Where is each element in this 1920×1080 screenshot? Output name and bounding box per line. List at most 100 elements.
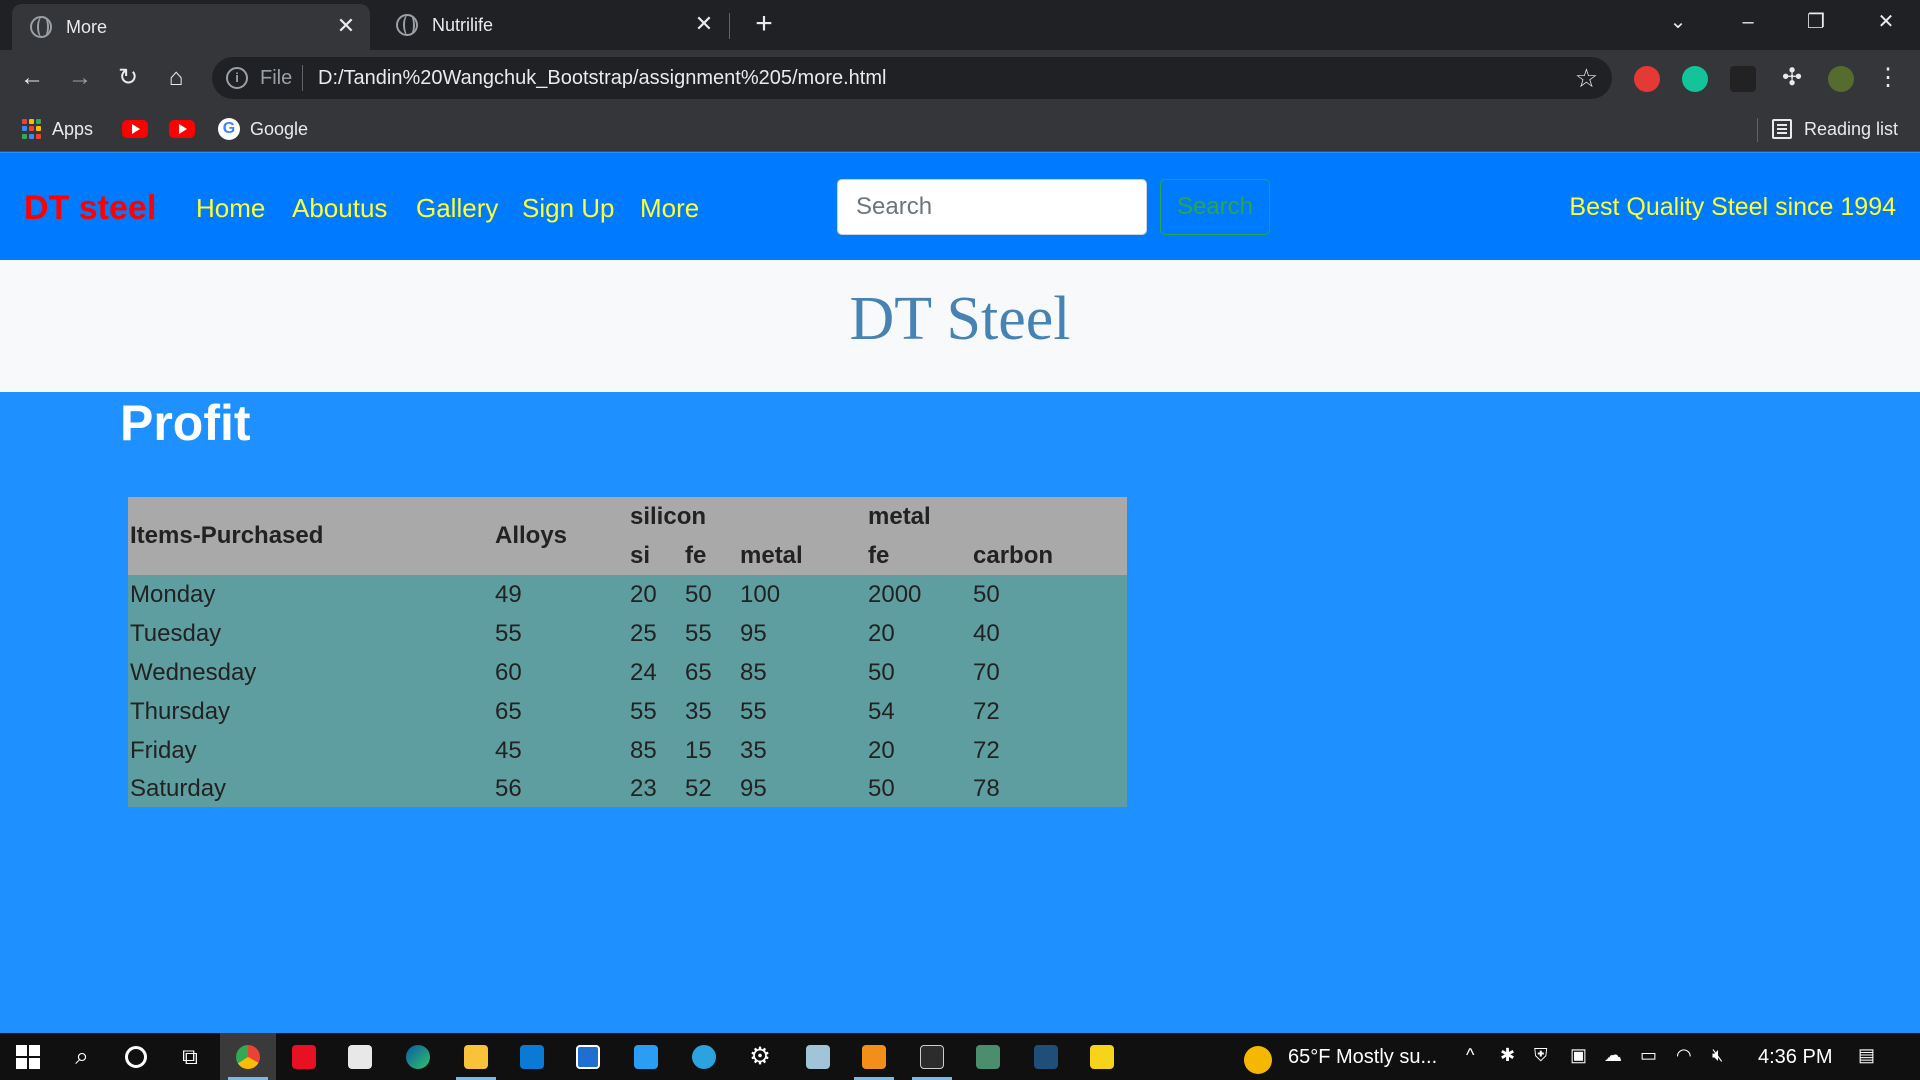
table-cell: 23 <box>628 770 683 807</box>
app-taskbar-icon[interactable] <box>1018 1033 1074 1080</box>
settings-gear-icon[interactable]: ⚙ <box>732 1033 788 1080</box>
nav-link-more[interactable]: More <box>640 193 699 224</box>
notifications-icon[interactable]: ▤ <box>1858 1045 1875 1066</box>
store-taskbar-icon[interactable] <box>332 1033 388 1080</box>
extension-icon[interactable] <box>1730 66 1756 92</box>
table-row: Monday 49 20 50 100 2000 50 <box>128 575 1127 614</box>
table-cell: 95 <box>738 614 866 653</box>
terminal-taskbar-icon[interactable] <box>904 1033 960 1080</box>
browser-toolbar: ← → ↻ ⌂ i File D:/Tandin%20Wangchuk_Boot… <box>0 50 1920 106</box>
restore-button[interactable]: ❐ <box>1782 0 1850 44</box>
profile-avatar[interactable] <box>1828 66 1854 92</box>
search-button[interactable]: Search <box>1160 179 1270 235</box>
bookmark-apps[interactable]: Apps <box>22 117 93 141</box>
new-tab-button[interactable]: + <box>748 8 780 40</box>
cortana-icon[interactable] <box>108 1033 164 1080</box>
tab-title: More <box>66 16 108 37</box>
wifi-icon[interactable]: ◠ <box>1676 1045 1692 1066</box>
file-explorer-icon[interactable] <box>448 1033 504 1080</box>
volume-muted-icon[interactable]: 🔇︎ <box>1712 1045 1723 1066</box>
reload-button[interactable]: ↻ <box>110 60 146 96</box>
table-row: Saturday 56 23 52 95 50 78 <box>128 770 1127 807</box>
mail-icon[interactable] <box>504 1033 560 1080</box>
app-taskbar-icon[interactable] <box>960 1033 1016 1080</box>
sublime-taskbar-icon[interactable] <box>846 1033 902 1080</box>
table-cell: 55 <box>683 614 738 653</box>
reading-list-button[interactable]: Reading list <box>1772 117 1898 141</box>
table-cell: 95 <box>738 770 866 807</box>
weather-icon[interactable] <box>1244 1046 1272 1074</box>
onedrive-cloud-icon[interactable]: ☁ <box>1604 1045 1622 1066</box>
brand-logo[interactable]: DT steel <box>24 189 156 228</box>
table-cell: 20 <box>628 575 683 614</box>
globe-icon <box>396 14 418 36</box>
nav-link-gallery[interactable]: Gallery <box>416 193 498 224</box>
search-input[interactable] <box>837 179 1147 235</box>
nav-link-home[interactable]: Home <box>196 193 265 224</box>
browser-menu-icon[interactable]: ⋮ <box>1870 60 1906 96</box>
reading-list-icon <box>1772 119 1792 139</box>
app-taskbar-icon[interactable] <box>790 1033 846 1080</box>
tab-nutrilife[interactable]: Nutrilife ✕ <box>378 0 728 50</box>
extensions-puzzle-icon[interactable]: ✣ <box>1774 60 1810 96</box>
table-cell: 50 <box>683 575 738 614</box>
browser-tab-strip: More ✕ Nutrilife ✕ + ⌄ – ❐ ✕ <box>0 0 1920 50</box>
close-window-button[interactable]: ✕ <box>1852 0 1920 44</box>
search-icon[interactable]: ⌕ <box>54 1033 110 1080</box>
show-hidden-icons-chevron-icon[interactable]: ^ <box>1466 1045 1474 1066</box>
bookmark-youtube-2[interactable] <box>169 117 195 141</box>
table-cell: 20 <box>866 614 971 653</box>
table-cell: 50 <box>971 575 1127 614</box>
address-bar[interactable]: i File D:/Tandin%20Wangchuk_Bootstrap/as… <box>212 57 1612 99</box>
battery-icon[interactable]: ▭ <box>1640 1045 1657 1066</box>
site-info-icon[interactable]: i <box>226 67 248 89</box>
jumbotron: DT Steel <box>0 260 1920 392</box>
table-cell: 65 <box>683 653 738 692</box>
edge-taskbar-icon[interactable] <box>390 1033 446 1080</box>
bluetooth-icon[interactable]: ✱ <box>1500 1045 1515 1066</box>
app-taskbar-icon[interactable] <box>560 1033 616 1080</box>
nav-link-signup[interactable]: Sign Up <box>522 193 615 224</box>
task-view-icon[interactable]: ⧉ <box>162 1033 218 1080</box>
table-cell: 72 <box>971 692 1127 731</box>
table-cell: 49 <box>493 575 628 614</box>
column-header-metal: metal <box>866 497 1127 536</box>
url-text[interactable]: D:/Tandin%20Wangchuk_Bootstrap/assignmen… <box>318 67 886 90</box>
table-cell: 55 <box>628 692 683 731</box>
table-cell: 45 <box>493 731 628 770</box>
telegram-taskbar-icon[interactable] <box>676 1033 732 1080</box>
tab-search-chevron-icon[interactable]: ⌄ <box>1644 0 1712 44</box>
home-button[interactable]: ⌂ <box>158 60 194 96</box>
security-shield-icon[interactable]: ⛨ <box>1534 1045 1548 1066</box>
grammarly-extension-icon[interactable] <box>1682 66 1708 92</box>
youtube-icon <box>169 120 195 138</box>
table-row: Friday 45 85 15 35 20 72 <box>128 731 1127 770</box>
meet-now-icon[interactable]: ▣ <box>1570 1045 1587 1066</box>
table-cell: 15 <box>683 731 738 770</box>
minimize-button[interactable]: – <box>1714 0 1782 44</box>
clock-time[interactable]: 4:36 PM <box>1758 1046 1832 1069</box>
chrome-taskbar-icon[interactable] <box>220 1033 276 1080</box>
table-row: Thursday 65 55 35 55 54 72 <box>128 692 1127 731</box>
close-tab-icon[interactable]: ✕ <box>334 15 358 39</box>
bookmark-youtube-1[interactable] <box>122 117 148 141</box>
vscode-taskbar-icon[interactable] <box>618 1033 674 1080</box>
back-button[interactable]: ← <box>14 60 50 96</box>
table-cell: 70 <box>971 653 1127 692</box>
forward-button[interactable]: → <box>62 60 98 96</box>
sticky-notes-icon[interactable] <box>1074 1033 1130 1080</box>
weather-text[interactable]: 65°F Mostly su... <box>1288 1046 1437 1069</box>
table-cell: 56 <box>493 770 628 807</box>
tab-more[interactable]: More ✕ <box>12 4 370 50</box>
app-taskbar-icon[interactable] <box>276 1033 332 1080</box>
table-cell: 55 <box>738 692 866 731</box>
nav-link-aboutus[interactable]: Aboutus <box>292 193 387 224</box>
tab-divider <box>729 13 730 39</box>
table-cell: 50 <box>866 770 971 807</box>
bookmark-google[interactable]: G Google <box>218 117 308 141</box>
adblock-extension-icon[interactable] <box>1634 66 1660 92</box>
table-cell: Saturday <box>128 770 493 807</box>
bookmark-star-icon[interactable]: ☆ <box>1575 63 1598 94</box>
start-windows-icon[interactable] <box>0 1033 56 1080</box>
close-tab-icon[interactable]: ✕ <box>692 13 716 37</box>
